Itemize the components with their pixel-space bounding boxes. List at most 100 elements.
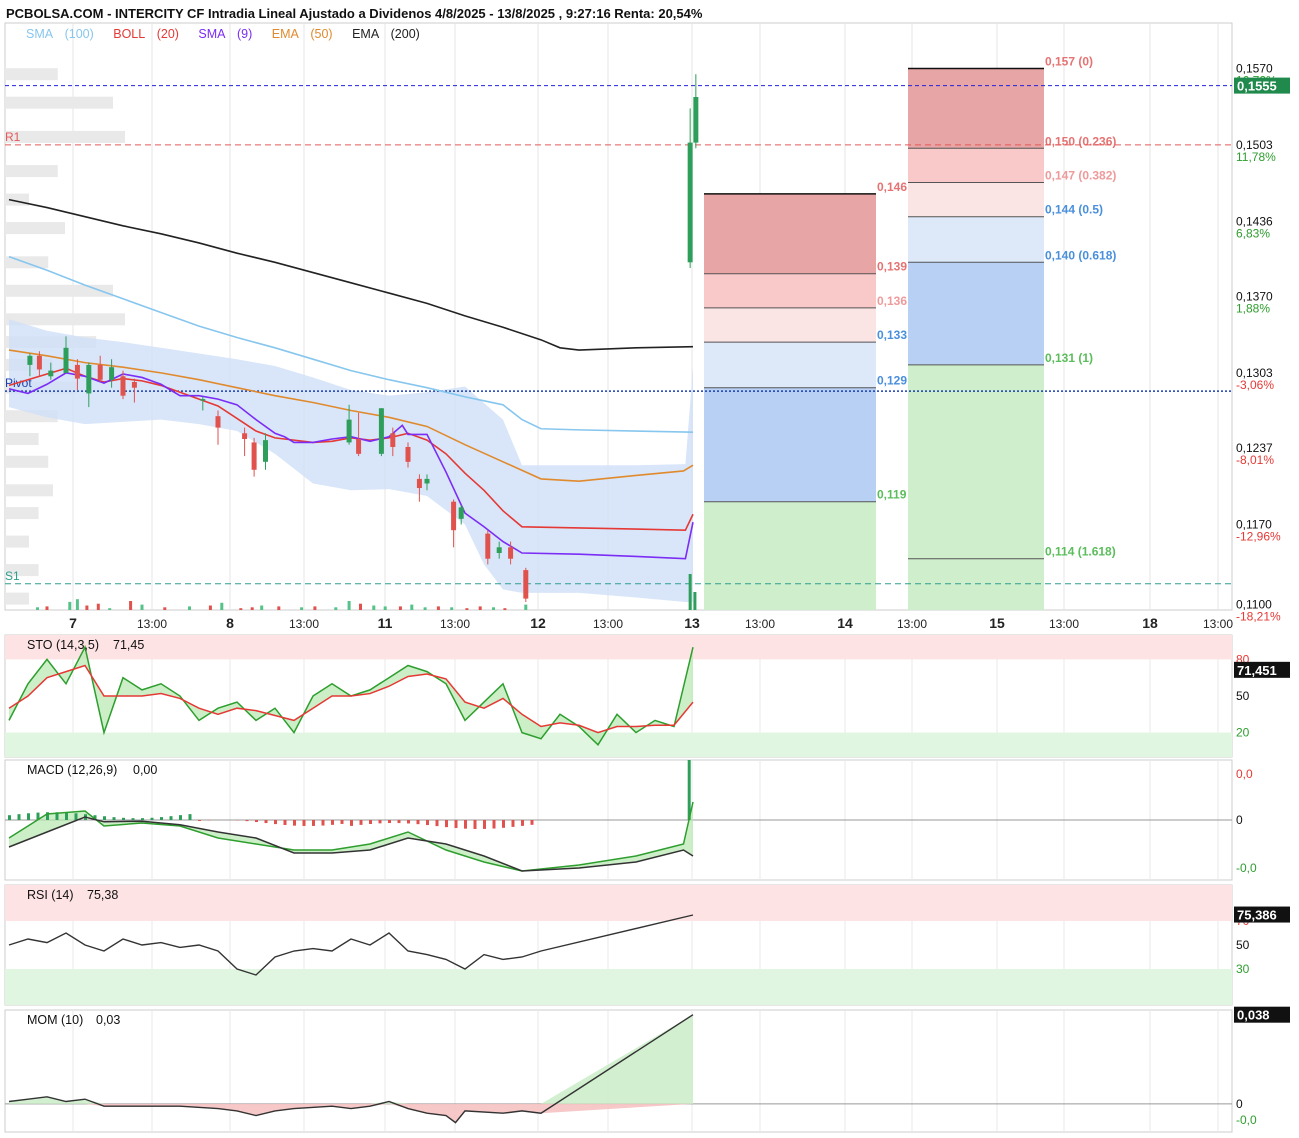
macd-histogram-bar bbox=[445, 820, 448, 828]
macd-histogram-bar bbox=[131, 818, 135, 820]
rsi-line bbox=[8, 914, 694, 976]
volume-bar bbox=[383, 606, 387, 610]
volume-profile-bar bbox=[5, 507, 39, 520]
macd-histogram-bar bbox=[293, 820, 296, 826]
rsi-overbought-zone bbox=[5, 885, 1232, 921]
volume-bar bbox=[693, 592, 697, 610]
volume-bar bbox=[260, 605, 264, 610]
candle-body bbox=[496, 547, 502, 553]
macd-histogram-bar bbox=[511, 820, 515, 827]
volume-bar bbox=[359, 603, 362, 610]
volume-bar bbox=[220, 602, 224, 610]
volume-bar bbox=[36, 607, 39, 610]
candle-body bbox=[131, 382, 137, 388]
volume-bar bbox=[208, 605, 212, 610]
x-axis-label: 13 bbox=[684, 615, 700, 631]
fib-level-label: 0,147 (0.382) bbox=[1045, 169, 1116, 183]
volume-profile-bar bbox=[5, 433, 39, 445]
volume-bar bbox=[347, 601, 351, 610]
volume-bar bbox=[465, 608, 469, 610]
volume-profile-bar bbox=[5, 455, 49, 468]
macd-line-macd bbox=[8, 801, 694, 872]
sto-tick: 20 bbox=[1236, 726, 1250, 740]
fib-level-label: 0,140 (0.618) bbox=[1045, 248, 1116, 262]
rsi-tick: 30 bbox=[1236, 962, 1250, 976]
macd-histogram-bar bbox=[150, 817, 154, 820]
level-label-s1: S1 bbox=[5, 569, 20, 583]
volume-bar bbox=[300, 607, 304, 610]
x-axis-label: 13:00 bbox=[593, 617, 623, 631]
candle-body bbox=[346, 419, 352, 443]
fib-zone bbox=[908, 148, 1044, 183]
macd-histogram-bar bbox=[388, 820, 391, 824]
fib-zone bbox=[704, 273, 876, 308]
macd-histogram-bar bbox=[169, 816, 173, 820]
volume-bar bbox=[45, 606, 49, 610]
volume-bar bbox=[129, 601, 133, 610]
volume-profile-bar bbox=[5, 535, 29, 548]
candle-body bbox=[508, 547, 514, 559]
volume-bar bbox=[68, 601, 72, 610]
sto-tick: 50 bbox=[1236, 689, 1250, 703]
macd-histogram-bar bbox=[426, 820, 429, 826]
candle-body bbox=[485, 533, 491, 559]
macd-histogram-bar bbox=[340, 820, 344, 824]
x-axis-label: 13:00 bbox=[440, 617, 470, 631]
rsi-tick: 50 bbox=[1236, 938, 1250, 952]
sto-title: STO (14,3,5) bbox=[27, 638, 99, 652]
macd-histogram-bar bbox=[483, 820, 486, 829]
ma-line-ema-200- bbox=[8, 198, 694, 351]
rsi-last-value: 75,38 bbox=[87, 888, 118, 902]
macd-last-value: 0,00 bbox=[133, 763, 157, 777]
fib-level-label: 0,131 (1) bbox=[1045, 351, 1093, 365]
macd-histogram-bar bbox=[492, 820, 496, 829]
x-axis-label: 13:00 bbox=[1203, 617, 1233, 631]
fib-zone bbox=[704, 193, 876, 274]
candle-body bbox=[242, 433, 248, 439]
volume-profile-bar bbox=[5, 284, 113, 297]
macd-tick: 0 bbox=[1236, 813, 1243, 827]
fib-level-label: 0,114 (1.618) bbox=[1045, 545, 1116, 559]
macd-histogram-bar bbox=[198, 820, 201, 822]
macd-histogram-bar bbox=[103, 816, 106, 820]
x-axis-label: 7 bbox=[69, 615, 77, 631]
candle-body bbox=[86, 364, 92, 394]
volume-profile-bar bbox=[5, 222, 65, 235]
legend-item-sma-100: SMA (100) bbox=[26, 27, 94, 41]
legend-item-boll-20: BOLL (20) bbox=[113, 27, 179, 41]
macd-histogram-bar bbox=[502, 820, 505, 828]
mom-tick: 0 bbox=[1236, 1097, 1243, 1111]
macd-histogram-bar bbox=[188, 814, 192, 820]
fib-level-label: 0,157 (0) bbox=[1045, 55, 1093, 69]
volume-bar bbox=[140, 604, 144, 610]
volume-bar bbox=[250, 607, 254, 610]
chart-canvas: 0,146 (0)0,139 (0.236)0,136 (0.382)0,133… bbox=[4, 22, 1290, 1133]
volume-bar bbox=[313, 606, 317, 610]
volume-bar bbox=[398, 606, 402, 610]
macd-histogram-bar bbox=[255, 820, 258, 823]
mom-last-label: 0,038 bbox=[1237, 1008, 1270, 1023]
x-axis-label: 12 bbox=[530, 615, 546, 631]
volume-profile-bar bbox=[5, 165, 58, 178]
volume-bar bbox=[277, 606, 281, 610]
macd-histogram-bar bbox=[74, 813, 78, 820]
macd-histogram-bar bbox=[521, 820, 524, 826]
fib-level-label: 0,144 (0.5) bbox=[1045, 203, 1103, 217]
macd-histogram-bar bbox=[264, 820, 268, 824]
macd-histogram-bar bbox=[397, 820, 401, 824]
volume-profile-bar bbox=[5, 592, 29, 605]
macd-histogram-bar bbox=[283, 820, 287, 825]
level-label-r1: R1 bbox=[5, 130, 21, 144]
macd-histogram-bar bbox=[302, 820, 306, 826]
macd-tick: -0,0 bbox=[1236, 861, 1257, 875]
price-pct-label: -12,96% bbox=[1236, 530, 1281, 544]
macd-histogram-bar bbox=[331, 820, 334, 825]
macd-tick: 0,0 bbox=[1236, 767, 1253, 781]
mom-last-value: 0,03 bbox=[96, 1013, 120, 1027]
volume-bar bbox=[524, 604, 528, 610]
volume-bar bbox=[436, 606, 440, 610]
macd-histogram-bar bbox=[359, 820, 363, 825]
volume-profile-bar bbox=[5, 96, 113, 109]
candle-body bbox=[27, 355, 33, 365]
sto-last-value: 71,45 bbox=[113, 638, 144, 652]
